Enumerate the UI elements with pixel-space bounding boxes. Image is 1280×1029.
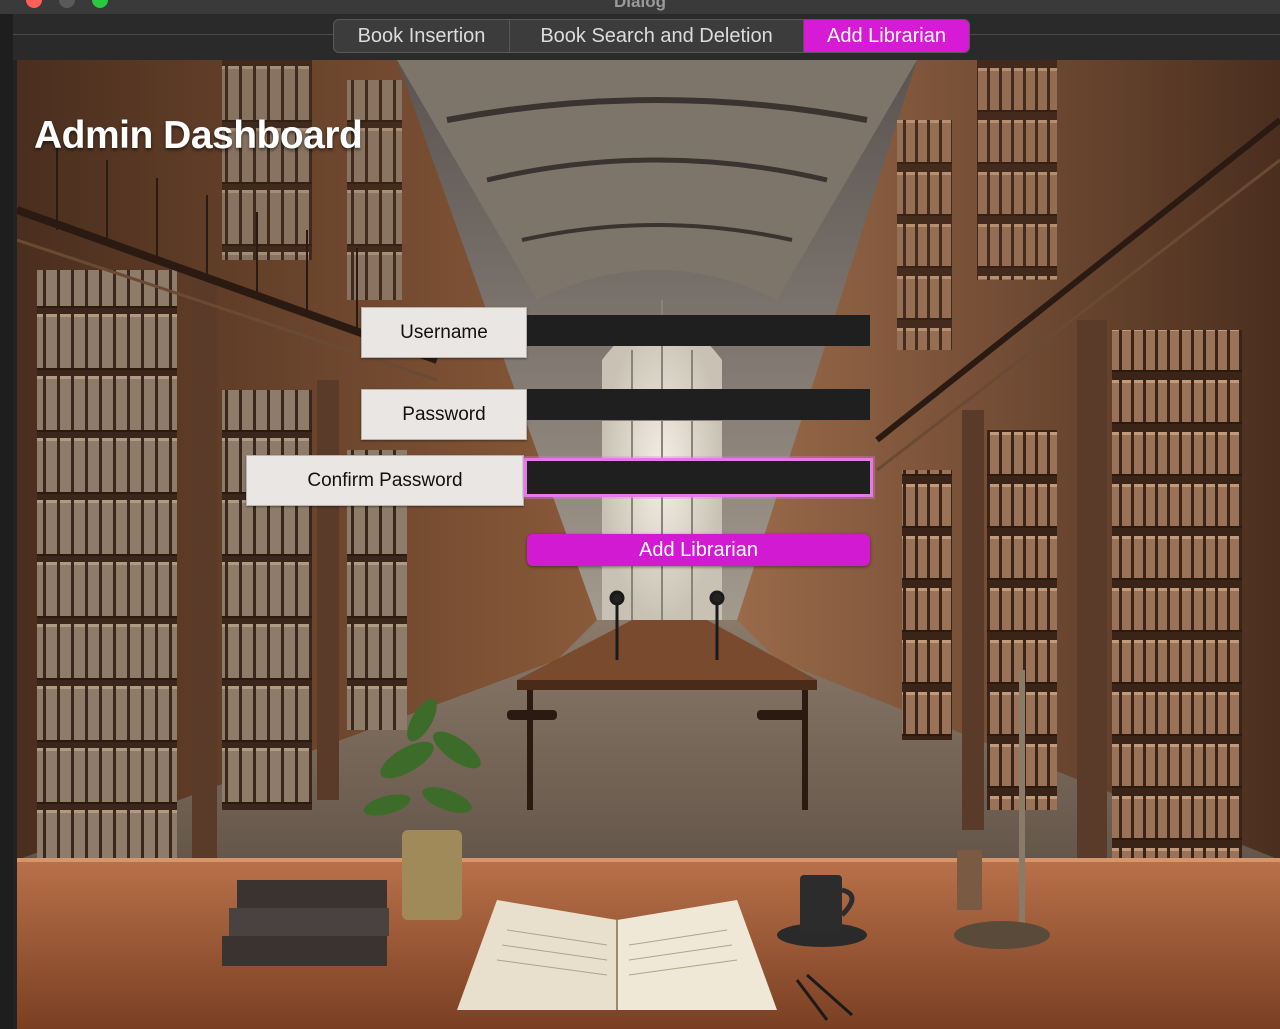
username-field[interactable] [527, 315, 870, 346]
page-title: Admin Dashboard [34, 114, 363, 157]
tab-add-librarian[interactable]: Add Librarian [804, 20, 969, 52]
window-title: Dialog [614, 0, 666, 11]
confirm-password-field[interactable] [527, 461, 870, 494]
password-label: Password [361, 389, 527, 440]
password-field[interactable] [527, 389, 870, 420]
tab-book-insertion[interactable]: Book Insertion [334, 20, 510, 52]
title-bar: Dialog [0, 0, 1280, 15]
tab-book-search-and-deletion[interactable]: Book Search and Deletion [510, 20, 804, 52]
dialog-window: Dialog Book Insertion Book Search and De… [0, 0, 1280, 1029]
username-label: Username [361, 307, 527, 358]
tab-group: Book Insertion Book Search and Deletion … [333, 19, 970, 53]
confirm-password-label: Confirm Password [246, 455, 524, 506]
add-librarian-button[interactable]: Add Librarian [527, 534, 870, 566]
background-window-strip [0, 14, 13, 1029]
